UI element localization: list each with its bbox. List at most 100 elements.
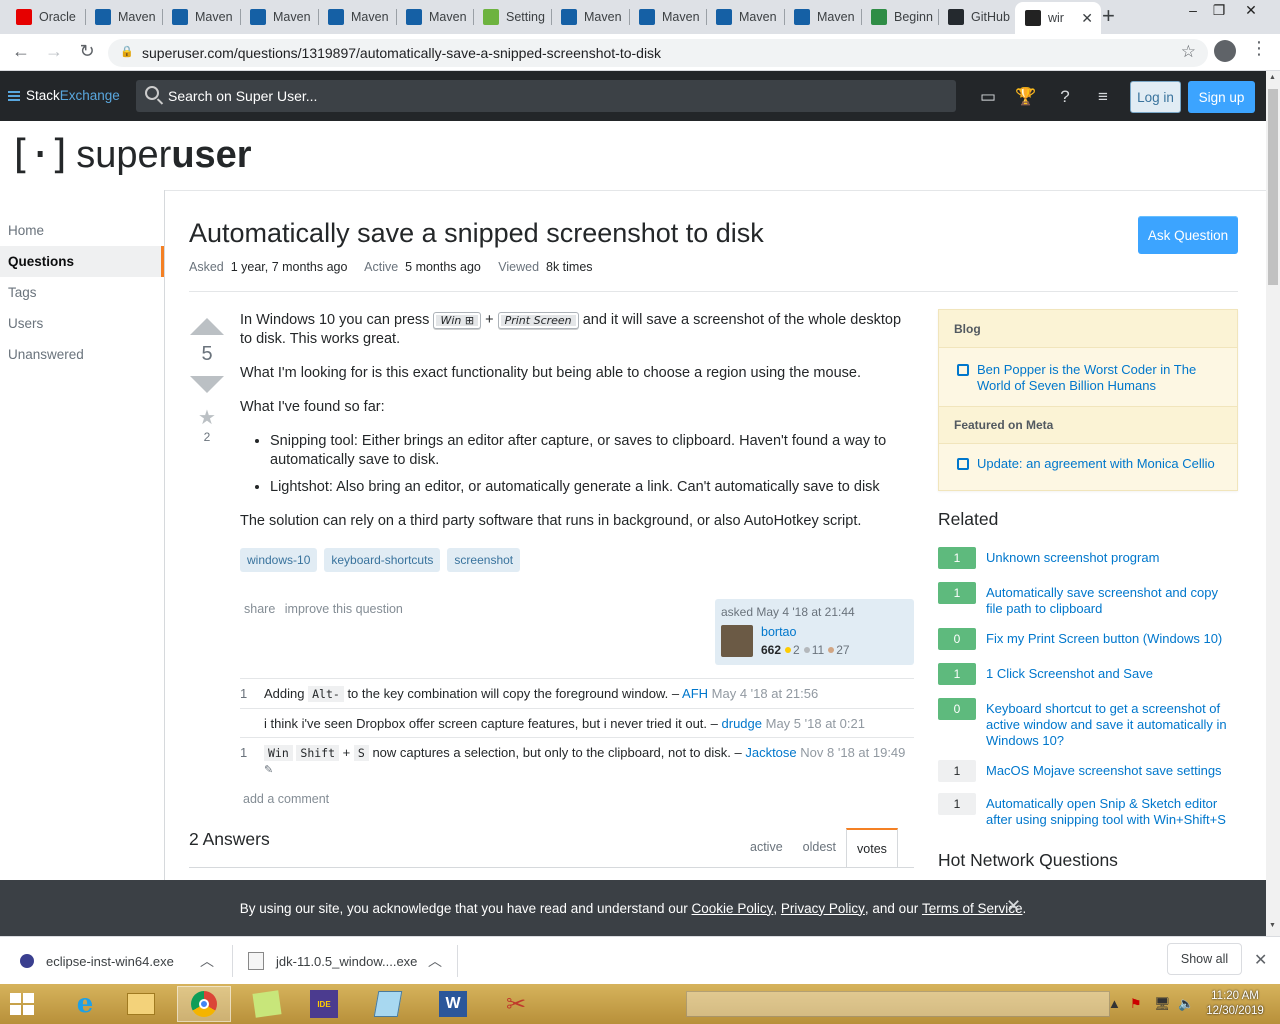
tag-windows-10[interactable]: windows-10 (240, 548, 318, 572)
trophy-icon[interactable]: 🏆 (1015, 87, 1037, 107)
browser-tab[interactable]: Maven (162, 2, 240, 32)
browser-tab[interactable]: Maven (318, 2, 396, 32)
tag-screenshot[interactable]: screenshot (447, 548, 521, 572)
site-search-input[interactable]: Search on Super User... (136, 80, 956, 112)
file-explorer-icon[interactable] (114, 986, 168, 1022)
volume-icon[interactable]: 🔈 (1178, 996, 1194, 1012)
account-avatar-icon[interactable] (1214, 40, 1236, 62)
browser-tab[interactable]: Maven (629, 2, 706, 32)
browser-tab[interactable]: Setting (473, 2, 551, 32)
browser-tab[interactable]: wir ✕ (1015, 2, 1101, 34)
browser-tab[interactable]: Oracle (6, 2, 85, 32)
related-question[interactable]: 1 Unknown screenshot program (938, 547, 1238, 569)
related-question[interactable]: 1 MacOS Mojave screenshot save settings (938, 760, 1238, 782)
improve-question-link[interactable]: improve this question (285, 602, 403, 616)
action-center-icon[interactable]: ⚑ (1130, 996, 1142, 1012)
browser-tab[interactable]: Maven (85, 2, 162, 32)
eclipse-ide-icon[interactable]: IDE (297, 986, 351, 1022)
menu-kebab-icon[interactable]: ⋮ (1250, 38, 1268, 59)
comment-user[interactable]: Jacktose (745, 745, 796, 760)
related-question[interactable]: 0 Keyboard shortcut to get a screenshot o… (938, 698, 1238, 749)
window-close-button[interactable]: ✕ (1236, 2, 1266, 19)
download-item[interactable]: jdk-11.0.5_window....exe ︿ (248, 937, 442, 985)
reload-icon[interactable]: ↻ (76, 41, 98, 62)
related-title[interactable]: Automatically save screenshot and copy f… (986, 585, 1236, 617)
browser-tab[interactable]: Maven (396, 2, 473, 32)
cookie-policy-link[interactable]: Cookie Policy (692, 901, 774, 916)
back-icon[interactable]: ← (10, 41, 32, 62)
question-title[interactable]: Automatically save a snipped screenshot … (189, 218, 764, 249)
upvote-arrow-icon[interactable] (190, 318, 224, 335)
tag-keyboard-shortcuts[interactable]: keyboard-shortcuts (324, 548, 441, 572)
nav-item-questions[interactable]: Questions (0, 246, 164, 277)
word-icon[interactable]: W (426, 986, 480, 1022)
comment-user[interactable]: drudge (722, 716, 762, 731)
help-icon[interactable]: ? (1054, 87, 1076, 107)
avatar[interactable] (721, 625, 753, 657)
snipping-tool-icon[interactable]: ✂ (489, 986, 543, 1022)
downloads-close-icon[interactable]: ✕ (1254, 950, 1267, 970)
signup-button[interactable]: Sign up (1188, 81, 1255, 113)
related-title[interactable]: MacOS Mojave screenshot save settings (986, 763, 1236, 779)
nav-item-home[interactable]: Home (0, 215, 164, 246)
browser-tab[interactable]: Maven (240, 2, 318, 32)
stackexchange-logo[interactable]: Stack Exchange (8, 88, 120, 103)
cookie-close-icon[interactable]: ✕ (1006, 896, 1021, 917)
browser-tab[interactable]: Beginn (861, 2, 938, 32)
owner-username[interactable]: bortao (761, 625, 796, 639)
scrollbar-thumb[interactable] (1268, 89, 1278, 285)
related-question[interactable]: 0 Fix my Print Screen button (Windows 10) (938, 628, 1238, 650)
tray-expand-icon[interactable]: ▲ (1108, 996, 1121, 1011)
bookmark-star-icon[interactable]: ☆ (1181, 42, 1196, 62)
nav-item-unanswered[interactable]: Unanswered (0, 339, 164, 370)
share-link[interactable]: share (244, 602, 275, 616)
browser-tab[interactable]: Maven (551, 2, 629, 32)
blog-item[interactable]: Ben Popper is the Worst Coder in The Wor… (939, 348, 1237, 406)
scroll-down-icon[interactable]: ▼ (1269, 922, 1276, 929)
site-switcher-icon[interactable]: ≡ (1092, 87, 1114, 107)
chrome-icon[interactable] (177, 986, 231, 1022)
show-all-downloads-button[interactable]: Show all (1167, 943, 1242, 975)
internet-explorer-icon[interactable]: e (58, 986, 112, 1022)
page-scrollbar[interactable]: ▲ ▼ (1266, 71, 1280, 936)
ask-question-button[interactable]: Ask Question (1138, 216, 1238, 254)
answer-tab-active[interactable]: active (740, 828, 793, 868)
browser-tab[interactable]: GitHub (938, 2, 1015, 32)
nav-item-users[interactable]: Users (0, 308, 164, 339)
related-title[interactable]: Keyboard shortcut to get a screenshot of… (986, 701, 1236, 749)
browser-tab[interactable]: Maven (784, 2, 861, 32)
new-tab-button[interactable]: + (1102, 5, 1115, 27)
windows-start-icon[interactable] (10, 993, 36, 1017)
forward-icon[interactable]: → (43, 41, 65, 62)
answer-tab-oldest[interactable]: oldest (793, 828, 846, 868)
network-icon[interactable]: 🖥 (1154, 996, 1171, 1012)
favorite-star-icon[interactable]: ★ (190, 405, 224, 430)
sticky-notes-icon[interactable] (240, 986, 294, 1022)
chevron-up-icon[interactable]: ︿ (428, 951, 442, 971)
inbox-icon[interactable]: ▭ (977, 87, 999, 107)
downvote-arrow-icon[interactable] (190, 376, 224, 393)
related-question[interactable]: 1 Automatically save screenshot and copy … (938, 582, 1238, 617)
related-title[interactable]: Unknown screenshot program (986, 550, 1236, 566)
scroll-up-icon[interactable]: ▲ (1269, 74, 1276, 81)
taskbar-clock[interactable]: 11:20 AM 12/30/2019 (1200, 989, 1270, 1019)
comment-user[interactable]: AFH (682, 686, 708, 701)
browser-tab[interactable]: Maven (706, 2, 784, 32)
related-title[interactable]: 1 Click Screenshot and Save (986, 666, 1236, 682)
superuser-logo[interactable]: [·] superuser (8, 130, 252, 180)
related-question[interactable]: 1 Automatically open Snip & Sketch editor… (938, 793, 1238, 828)
download-item[interactable]: eclipse-inst-win64.exe ︿ (20, 937, 214, 985)
notepad-icon[interactable] (361, 986, 415, 1022)
related-title[interactable]: Automatically open Snip & Sketch editor … (986, 796, 1236, 828)
nav-item-tags[interactable]: Tags (0, 277, 164, 308)
related-title[interactable]: Fix my Print Screen button (Windows 10) (986, 631, 1236, 647)
answer-tab-votes[interactable]: votes (846, 828, 898, 868)
close-tab-icon[interactable]: ✕ (1081, 10, 1093, 27)
address-bar[interactable]: 🔒 superuser.com/questions/1319897/automa… (108, 39, 1208, 67)
chevron-up-icon[interactable]: ︿ (200, 951, 214, 971)
related-question[interactable]: 1 1 Click Screenshot and Save (938, 663, 1238, 685)
maximize-button[interactable]: ❐ (1204, 2, 1234, 19)
login-button[interactable]: Log in (1130, 81, 1181, 113)
add-comment-link[interactable]: add a comment (243, 792, 329, 806)
privacy-policy-link[interactable]: Privacy Policy (781, 901, 865, 916)
